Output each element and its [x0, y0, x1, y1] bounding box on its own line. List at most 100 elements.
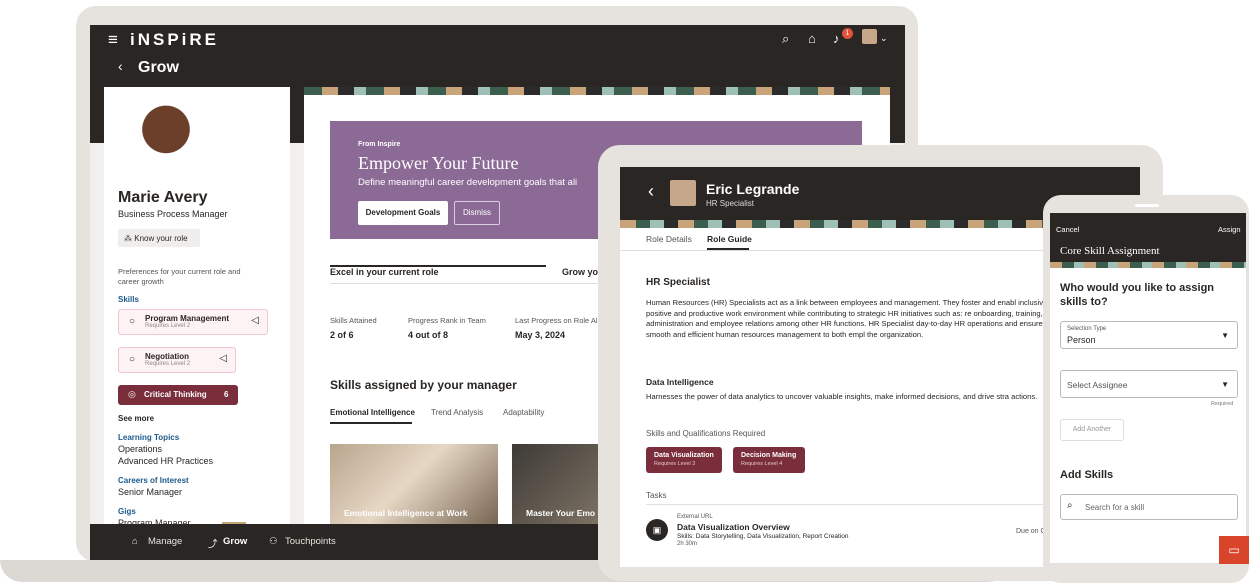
nav-touchpoints[interactable]: Touchpoints	[285, 536, 336, 547]
search-icon: ⌕	[1067, 500, 1073, 511]
subtab-adaptability[interactable]: Adaptability	[503, 408, 544, 417]
preferences-text: Preferences for your current role and ca…	[118, 267, 241, 286]
nav-manage[interactable]: Manage	[148, 536, 182, 547]
decorative-banner	[1050, 262, 1246, 268]
cancel-button[interactable]: Cancel	[1056, 225, 1079, 234]
course-card-master-emotions[interactable]: Master Your Emo	[512, 444, 612, 527]
task-due: Due on C	[1016, 528, 1046, 535]
chip-level: Requires Level 4	[741, 461, 783, 467]
development-goals-button[interactable]: Development Goals	[358, 201, 448, 225]
skill-chip-data-visualization[interactable]: Data Visualization Requires Level 3	[646, 447, 722, 473]
tasks-label: Tasks	[646, 491, 667, 500]
profile-photo	[132, 95, 200, 181]
employee-avatar	[670, 180, 696, 206]
course-card-title: Master Your Emo	[526, 508, 596, 518]
hero-description: Define meaningful career development goa…	[358, 177, 578, 188]
back-icon[interactable]: ‹	[118, 58, 123, 74]
decorative-banner	[304, 87, 890, 95]
chip-name: Data Visualization	[654, 452, 714, 459]
megaphone-icon[interactable]: ◁	[251, 315, 259, 326]
careers-link[interactable]: Careers of Interest	[118, 476, 189, 485]
home-icon[interactable]: ⌂	[808, 31, 816, 46]
task-duration: 2h 30m	[677, 541, 698, 547]
know-your-role-button[interactable]: ⁂ Know your role	[118, 229, 200, 247]
assign-button[interactable]: Assign	[1218, 225, 1241, 234]
tab-role-guide[interactable]: Role Guide	[707, 234, 752, 244]
skill-name: Negotiation	[145, 352, 189, 361]
grow-icon: ⤴	[208, 539, 218, 550]
chat-icon[interactable]: ▭	[1219, 536, 1249, 564]
search-icon[interactable]: ⌕	[782, 31, 789, 47]
tab-role-details[interactable]: Role Details	[646, 234, 692, 244]
page-title: Grow	[138, 59, 179, 76]
phone-speaker	[1135, 204, 1159, 207]
employee-name: Eric Legrande	[706, 181, 800, 197]
selection-type-select[interactable]: Selection Type Person ▼	[1060, 321, 1238, 349]
section-body: Human Resources (HR) Specialists act as …	[646, 298, 1046, 350]
stat-value: 4 out of 8	[408, 330, 448, 340]
task-title[interactable]: Data Visualization Overview	[677, 522, 790, 532]
learning-topics-link[interactable]: Learning Topics	[118, 433, 179, 442]
presentation-icon: ▣	[646, 519, 668, 541]
user-avatar[interactable]	[862, 29, 877, 44]
menu-icon[interactable]: ≡	[108, 30, 118, 50]
phone-screen: Cancel Assign Core Skill Assignment Who …	[1050, 213, 1246, 563]
course-card-emotional-intelligence[interactable]: Emotional Intelligence at Work	[330, 444, 498, 527]
home-outline-icon: ⌂	[132, 536, 138, 547]
assignee-select[interactable]: Select Assignee ▼	[1060, 370, 1238, 398]
selection-type-label: Selection Type	[1067, 326, 1107, 332]
bell-icon[interactable]: ♪	[833, 31, 840, 46]
stat-label: Skills Attained	[330, 316, 377, 325]
assignee-placeholder: Select Assignee	[1067, 380, 1128, 390]
nav-grow[interactable]: Grow	[223, 536, 247, 547]
add-skills-title: Add Skills	[1060, 469, 1114, 481]
phone-title: Core Skill Assignment	[1060, 245, 1160, 257]
caret-down-icon: ▼	[1221, 331, 1229, 340]
gigs-link[interactable]: Gigs	[118, 507, 136, 516]
skills-qualifications-label: Skills and Qualifications Required	[646, 429, 766, 438]
hero-title: Empower Your Future	[358, 153, 519, 173]
skill-search-input[interactable]: ⌕ Search for a skill	[1060, 494, 1238, 520]
data-intelligence-title: Data Intelligence	[646, 377, 714, 387]
assigned-skills-title: Skills assigned by your manager	[330, 378, 517, 392]
chevron-down-icon[interactable]: ⌄	[880, 33, 888, 44]
notification-badge: 1	[842, 28, 853, 39]
course-card-title: Emotional Intelligence at Work	[344, 508, 468, 518]
dismiss-button[interactable]: Dismiss	[454, 201, 500, 225]
back-icon[interactable]: ‹	[648, 181, 654, 202]
stat-label: Last Progress on Role Al	[515, 316, 598, 325]
skill-chip-decision-making[interactable]: Decision Making Requires Level 4	[733, 447, 805, 473]
add-another-button[interactable]: Add Another	[1060, 419, 1124, 441]
subtab-trend-analysis[interactable]: Trend Analysis	[431, 408, 483, 417]
phone-header: Cancel Assign Core Skill Assignment	[1050, 213, 1246, 265]
subtab-indicator	[330, 422, 412, 424]
subtab-emotional-intelligence[interactable]: Emotional Intelligence	[330, 408, 415, 417]
progress-circle-icon: ○	[129, 316, 136, 327]
profile-role: Business Process Manager	[118, 209, 228, 219]
profile-panel: Marie Avery Business Process Manager ⁂ K…	[104, 87, 290, 528]
skills-link[interactable]: Skills	[118, 295, 139, 304]
megaphone-icon[interactable]: ◁	[219, 353, 227, 364]
skill-name: Program Management	[145, 314, 230, 323]
skill-level: Requires Level 2	[145, 323, 191, 329]
see-more-link[interactable]: See more	[118, 414, 154, 423]
learning-topic: Operations	[118, 444, 163, 454]
skill-level: Requires Level 2	[145, 361, 191, 367]
employee-role: HR Specialist	[706, 199, 755, 208]
chip-level: Requires Level 3	[654, 461, 696, 467]
critical-thinking-button[interactable]: ◎ Critical Thinking 6	[118, 385, 238, 405]
section-title: HR Specialist	[646, 277, 710, 288]
tab-excel-current-role[interactable]: Excel in your current role	[330, 267, 439, 277]
know-your-role-label: Know your role	[134, 234, 188, 243]
search-placeholder: Search for a skill	[1085, 503, 1145, 512]
skill-card-program-management[interactable]: ○ Program Management Requires Level 2 ◁	[118, 309, 268, 335]
divider	[646, 504, 1066, 505]
assign-question: Who would you like to assign skills to?	[1060, 282, 1215, 308]
touchpoints-icon: ⚇	[269, 536, 278, 547]
chip-name: Decision Making	[741, 452, 797, 459]
skill-card-negotiation[interactable]: ○ Negotiation Requires Level 2 ◁	[118, 347, 236, 373]
task-type: External URL	[677, 514, 713, 520]
org-icon: ⁂	[124, 234, 135, 243]
data-intelligence-body: Harnesses the power of data analytics to…	[646, 392, 1038, 401]
task-skills: Skills: Data Storytelling, Data Visualiz…	[677, 533, 849, 540]
